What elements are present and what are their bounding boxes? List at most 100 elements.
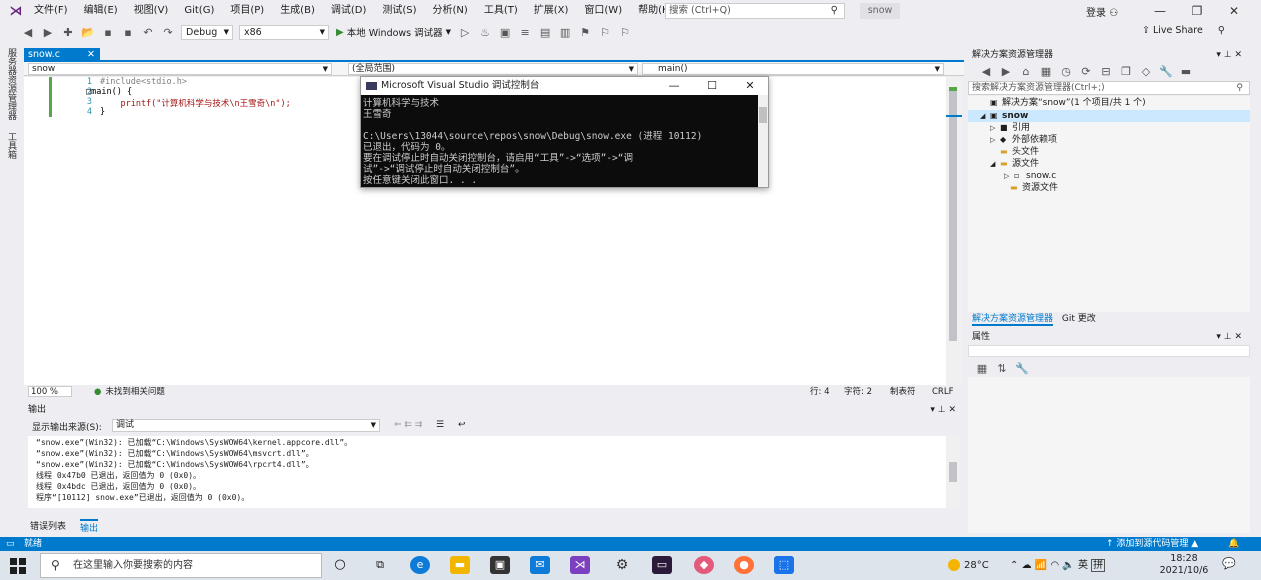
zoom-select[interactable]: 100 %: [28, 386, 72, 397]
tree-item-snow-c[interactable]: ▷ ▫ snow.c: [1004, 170, 1056, 182]
output-source-select[interactable]: 调试 ▼: [112, 419, 380, 432]
ime-language[interactable]: 英: [1078, 560, 1088, 571]
firefox-icon[interactable]: ●: [734, 556, 754, 574]
tab-snow-c[interactable]: snow.c ✕: [24, 48, 100, 61]
code-line[interactable]: □main() {: [86, 87, 132, 97]
back-icon[interactable]: ◀: [978, 63, 994, 79]
output-scrollbar[interactable]: [946, 436, 960, 508]
weather-widget[interactable]: 28°C: [948, 551, 989, 580]
tray-overflow-icon[interactable]: ⌃: [1010, 560, 1018, 571]
code-line[interactable]: }: [100, 107, 105, 117]
cortana-icon[interactable]: ○: [330, 556, 350, 574]
action-center-icon[interactable]: 💬: [1222, 557, 1236, 570]
edge-icon[interactable]: e: [410, 556, 430, 574]
menu-view[interactable]: 视图(V): [126, 0, 177, 22]
member-select[interactable]: main() ▼: [642, 63, 944, 75]
notification-bell-icon[interactable]: 🔔: [1228, 537, 1239, 551]
clear-all-icon[interactable]: ☰: [436, 420, 444, 430]
app-store-icon[interactable]: ⬚: [774, 556, 794, 574]
forward-icon[interactable]: ▶: [998, 63, 1014, 79]
menu-window[interactable]: 窗口(W): [576, 0, 630, 22]
new-project-icon[interactable]: ✚: [60, 24, 76, 40]
clock[interactable]: 18:28 2021/10/6: [1156, 553, 1212, 577]
output-tools-icon[interactable]: ⇐ ⇇ ⇉: [394, 420, 422, 430]
panel-controls-icon[interactable]: ▾ ⊥ ✕: [1216, 48, 1242, 62]
menu-test[interactable]: 测试(S): [374, 0, 424, 22]
line-indicator[interactable]: 行: 4: [810, 386, 829, 398]
menu-debug[interactable]: 调试(D): [323, 0, 375, 22]
issues-indicator[interactable]: ● 未找到相关问题: [94, 386, 165, 398]
menu-edit[interactable]: 编辑(E): [76, 0, 126, 22]
taskbar-search-input[interactable]: ⚲ 在这里输入你要搜索的内容: [40, 553, 322, 578]
solution-search-input[interactable]: 搜索解决方案资源管理器(Ctrl+;) ⚲: [968, 81, 1250, 95]
editor-scrollbar[interactable]: [946, 77, 962, 385]
panel-controls-icon[interactable]: ▾ ⊥ ✕: [930, 404, 956, 417]
scroll-thumb[interactable]: [949, 91, 957, 341]
code-line[interactable]: #include<stdio.h>: [100, 77, 187, 87]
tree-item-resources[interactable]: ▬ 资源文件: [1000, 182, 1058, 194]
live-share-button[interactable]: ⇪ Live Share ⚲: [1142, 25, 1225, 36]
console-scrollbar[interactable]: [758, 95, 768, 187]
tab-output[interactable]: 输出: [80, 519, 99, 534]
minus-icon[interactable]: ▬: [1178, 63, 1194, 79]
show-all-files-icon[interactable]: ❐: [1118, 63, 1134, 79]
properties-object-select[interactable]: [968, 345, 1250, 357]
categorized-icon[interactable]: ▦: [974, 360, 990, 376]
undo-icon[interactable]: ↶: [140, 24, 156, 40]
word-wrap-icon[interactable]: ↩: [458, 420, 466, 430]
ime-mode-icon[interactable]: 拼: [1091, 559, 1106, 572]
alphabetical-icon[interactable]: ⇅: [994, 360, 1010, 376]
tabs-indicator[interactable]: 制表符: [890, 386, 916, 398]
comment-icon[interactable]: ▤: [537, 24, 553, 40]
format-icon[interactable]: ≡: [517, 24, 533, 40]
tree-item-headers[interactable]: ▬ 头文件: [990, 146, 1039, 158]
project-select[interactable]: snow ▼: [28, 63, 332, 75]
sync-icon[interactable]: ⟳: [1078, 63, 1094, 79]
debug-console-window[interactable]: Microsoft Visual Studio 调试控制台 — ☐ ✕ 计算机科…: [360, 76, 769, 188]
collapse-arrow-icon[interactable]: ▷: [990, 122, 1000, 134]
save-icon[interactable]: ▪: [100, 24, 116, 40]
network-icon[interactable]: 📶: [1035, 560, 1047, 571]
console-close-button[interactable]: ✕: [735, 77, 765, 95]
collapse-all-icon[interactable]: ⊟: [1098, 63, 1114, 79]
preview-icon[interactable]: ◇: [1138, 63, 1154, 79]
console-minimize-button[interactable]: —: [659, 77, 689, 95]
tree-item-sources[interactable]: ◢ ▬ 源文件: [990, 158, 1039, 170]
console-title-bar[interactable]: Microsoft Visual Studio 调试控制台 — ☐ ✕: [361, 77, 768, 95]
mail-icon[interactable]: ✉: [530, 556, 550, 574]
menu-tools[interactable]: 工具(T): [476, 0, 526, 22]
menu-build[interactable]: 生成(B): [272, 0, 323, 22]
console-maximize-button[interactable]: ☐: [697, 77, 727, 95]
tab-solution-explorer[interactable]: 解决方案资源管理器: [972, 314, 1054, 326]
console-output[interactable]: 计算机科学与技术 王雪奇 C:\Users\13044\source\repos…: [361, 95, 758, 187]
store-icon[interactable]: ▣: [490, 556, 510, 574]
signin-link[interactable]: 登录 ⚇: [1086, 4, 1118, 19]
minimize-button[interactable]: —: [1145, 3, 1175, 19]
collapse-arrow-icon[interactable]: ▷: [1004, 170, 1014, 182]
console-taskbar-icon[interactable]: ▭: [652, 556, 672, 574]
collapse-arrow-icon[interactable]: ▷: [990, 134, 1000, 146]
settings-icon[interactable]: ⚙: [612, 556, 632, 574]
close-window-button[interactable]: ✕: [1219, 3, 1249, 19]
menu-analyze[interactable]: 分析(N): [425, 0, 476, 22]
menu-git[interactable]: Git(G): [176, 0, 222, 22]
prev-bookmark-icon[interactable]: ⚐: [597, 24, 613, 40]
menu-extensions[interactable]: 扩展(X): [526, 0, 577, 22]
add-to-source-control-button[interactable]: ↑ 添加到源代码管理 ▲: [1106, 537, 1198, 551]
back-icon[interactable]: ◀: [20, 24, 36, 40]
switch-views-icon[interactable]: ▦: [1038, 63, 1054, 79]
close-tab-icon[interactable]: ✕: [87, 48, 95, 61]
scroll-thumb[interactable]: [759, 107, 767, 123]
search-input[interactable]: 搜索 (Ctrl+Q) ⚲: [665, 3, 845, 19]
char-indicator[interactable]: 字符: 2: [844, 386, 872, 398]
task-view-icon[interactable]: ⧉: [370, 556, 390, 574]
forward-icon[interactable]: ▶: [40, 24, 56, 40]
open-icon[interactable]: 📂: [80, 24, 96, 40]
menu-project[interactable]: 项目(P): [222, 0, 272, 22]
expand-arrow-icon[interactable]: ◢: [990, 158, 1000, 170]
config-select[interactable]: Debug ▼: [181, 24, 233, 40]
tab-git-changes[interactable]: Git 更改: [1062, 314, 1096, 324]
output-text[interactable]: “snow.exe”(Win32): 已加载“C:\Windows\SysWOW…: [28, 436, 946, 508]
tab-error-list[interactable]: 错误列表: [30, 519, 66, 532]
platform-select[interactable]: x86 ▼: [239, 24, 329, 40]
